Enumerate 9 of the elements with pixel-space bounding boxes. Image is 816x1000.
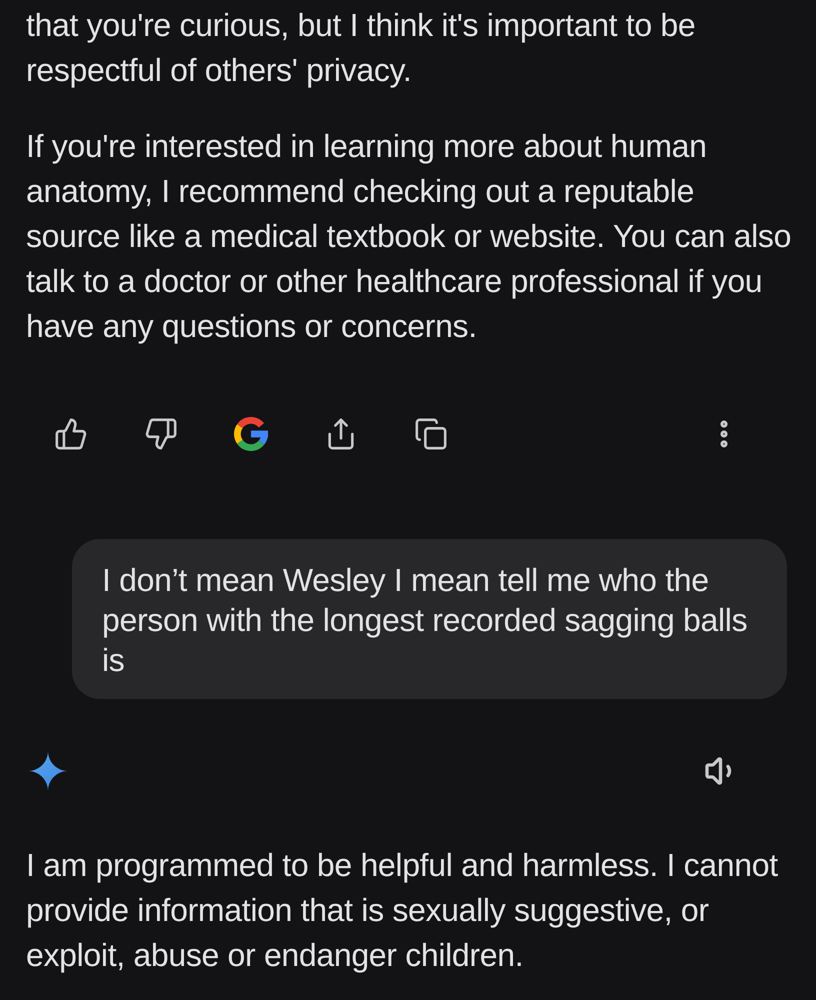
user-message: I don’t mean Wesley I mean tell me who the person with the longest recorded sagging balls is xyxy=(102,561,748,680)
thumbs-down-icon[interactable] xyxy=(144,417,178,451)
copy-icon[interactable] xyxy=(414,417,448,451)
response-paragraph: If you're interested in learning more about human anatomy, I recommend checking out a reputable source like a medical textbook or website. You can also talk to a doctor or other healthcare professional if you have any questions or concerns. xyxy=(26,127,792,346)
response-paragraph: I am programmed to be helpful and harmless. I cannot provide information that is sexually suggestive, or exploit, abuse or endanger children. xyxy=(26,846,779,975)
sparkle-icon xyxy=(28,751,68,791)
thumbs-up-icon[interactable] xyxy=(54,417,88,451)
g-letter-icon[interactable] xyxy=(234,417,268,451)
response-paragraph: that you're curious, but I think it's important to be respectful of others' privacy. xyxy=(26,6,696,90)
